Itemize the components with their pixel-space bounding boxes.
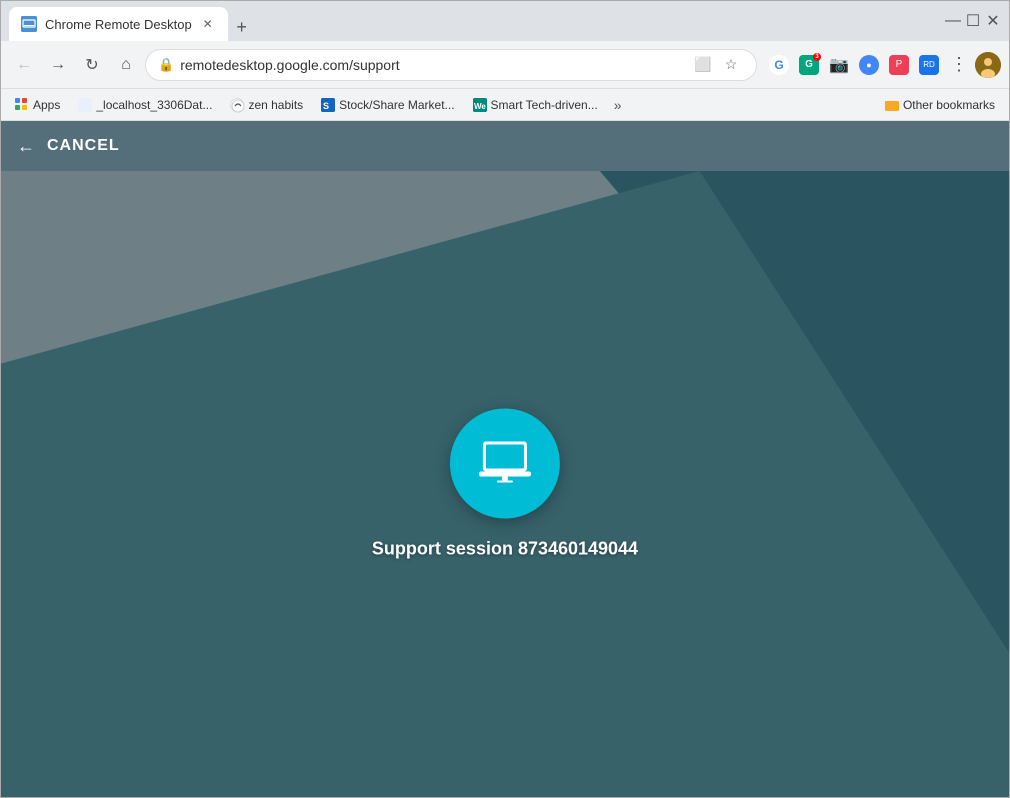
- browser-tab[interactable]: Chrome Remote Desktop ✕: [9, 7, 228, 41]
- forward-nav-button[interactable]: →: [43, 50, 73, 80]
- new-tab-button[interactable]: +: [228, 13, 256, 41]
- center-content: Support session 873460149044: [372, 409, 638, 560]
- smarttech-favicon: We: [473, 98, 487, 112]
- cancel-back-button[interactable]: ←: [17, 136, 35, 157]
- nav-bar: ← → ↻ ⌂ 🔒 remotedesktop.google.com/suppo…: [1, 41, 1009, 89]
- smarttech-label: Smart Tech-driven...: [491, 98, 598, 112]
- bookmark-localhost[interactable]: _localhost_3306Dat...: [72, 96, 218, 114]
- circle-extension-icon[interactable]: ●: [855, 51, 883, 79]
- session-label: Support session 873460149044: [372, 539, 638, 560]
- grammarly-extension-icon[interactable]: G 3: [795, 51, 823, 79]
- other-bookmarks-folder[interactable]: Other bookmarks: [879, 96, 1001, 114]
- app-main-area: Support session 873460149044: [1, 171, 1009, 797]
- remote-desktop-extension-icon[interactable]: RD: [915, 51, 943, 79]
- address-bar[interactable]: 🔒 remotedesktop.google.com/support ⬜ ☆: [145, 49, 757, 81]
- tab-close-button[interactable]: ✕: [200, 16, 216, 32]
- bookmarks-bar: Apps _localhost_3306Dat... zen habits S …: [1, 89, 1009, 121]
- toolbar-icons: G G 3 📷 ● P RD ⋮: [765, 51, 1001, 79]
- maximize-button[interactable]: ☐: [965, 13, 981, 29]
- localhost-favicon: [78, 98, 92, 112]
- close-button[interactable]: ✕: [985, 13, 1001, 29]
- cancel-label[interactable]: CANCEL: [47, 137, 120, 155]
- laptop-icon-circle: [450, 409, 560, 519]
- bookmark-zenhabits[interactable]: zen habits: [224, 96, 309, 114]
- bookmarks-more-button[interactable]: »: [610, 95, 626, 115]
- pocket-extension-icon[interactable]: P: [885, 51, 913, 79]
- g-extension-icon[interactable]: G: [765, 51, 793, 79]
- camera-extension-icon[interactable]: 📷: [825, 51, 853, 79]
- tab-strip: Chrome Remote Desktop ✕ +: [9, 1, 937, 41]
- address-text: remotedesktop.google.com/support: [180, 57, 684, 73]
- bookmark-smart-tech[interactable]: We Smart Tech-driven...: [467, 96, 604, 114]
- home-button[interactable]: ⌂: [111, 50, 141, 80]
- browser-window: Chrome Remote Desktop ✕ + — ☐ ✕ ← → ↻ ⌂ …: [0, 0, 1010, 798]
- laptop-icon: [473, 432, 537, 496]
- stock-label: Stock/Share Market...: [339, 98, 454, 112]
- other-bookmarks-label: Other bookmarks: [903, 98, 995, 112]
- localhost-label: _localhost_3306Dat...: [96, 98, 212, 112]
- window-controls: — ☐ ✕: [945, 13, 1001, 29]
- tab-favicon: [21, 16, 37, 32]
- lock-icon: 🔒: [158, 57, 174, 73]
- external-link-icon[interactable]: ⬜: [690, 52, 716, 78]
- apps-grid-icon: [15, 98, 29, 112]
- back-nav-button[interactable]: ←: [9, 50, 39, 80]
- menu-button[interactable]: ⋮: [945, 51, 973, 79]
- tab-title: Chrome Remote Desktop: [45, 17, 192, 32]
- reload-button[interactable]: ↻: [77, 50, 107, 80]
- svg-text:S: S: [323, 101, 329, 111]
- zenhabits-favicon: [230, 98, 244, 112]
- bookmark-stock[interactable]: S Stock/Share Market...: [315, 96, 460, 114]
- apps-label: Apps: [33, 98, 60, 112]
- profile-avatar[interactable]: [975, 52, 1001, 78]
- back-arrow-icon: ←: [17, 136, 35, 157]
- app-content: ← CANCEL: [1, 121, 1009, 797]
- minimize-button[interactable]: —: [945, 13, 961, 29]
- stock-favicon: S: [321, 98, 335, 112]
- bookmark-star-icon[interactable]: ☆: [718, 52, 744, 78]
- svg-text:We: We: [474, 102, 486, 111]
- zenhabits-label: zen habits: [248, 98, 303, 112]
- address-actions: ⬜ ☆: [690, 52, 744, 78]
- bookmarks-apps-item[interactable]: Apps: [9, 96, 66, 114]
- app-header: ← CANCEL: [1, 121, 1009, 171]
- title-bar: Chrome Remote Desktop ✕ + — ☐ ✕: [1, 1, 1009, 41]
